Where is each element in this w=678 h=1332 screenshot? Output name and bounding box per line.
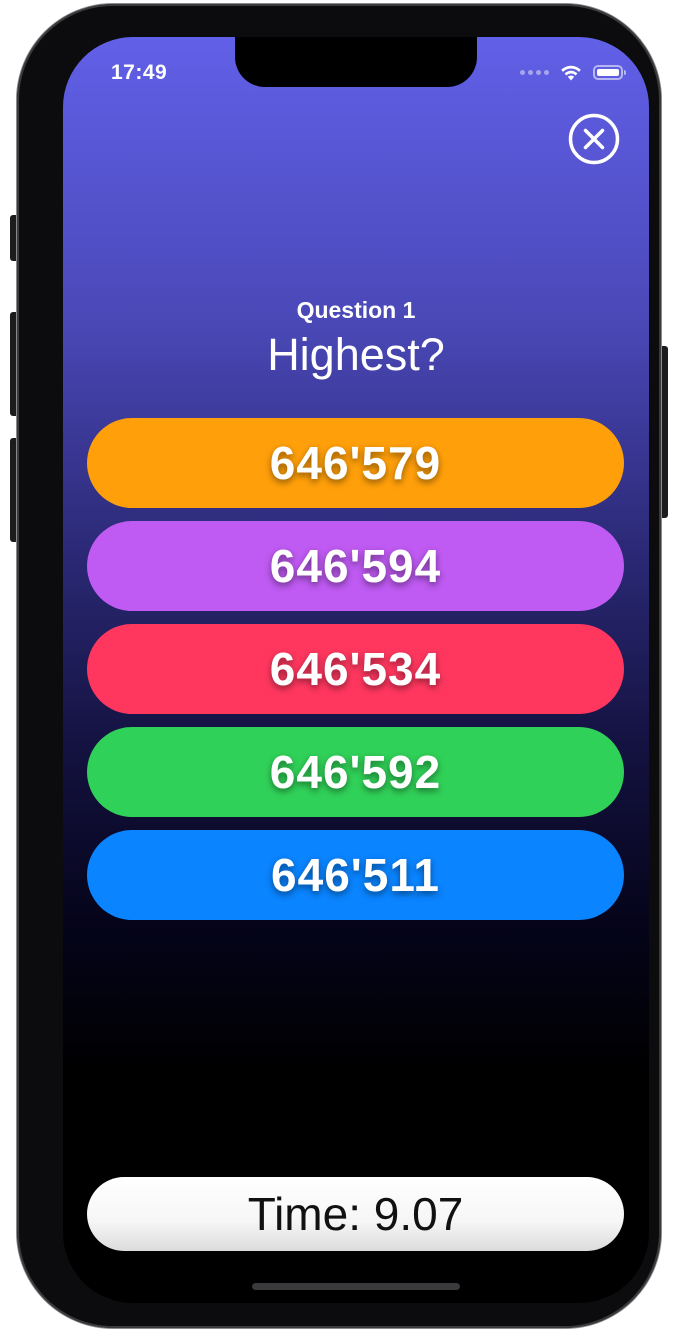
- close-button[interactable]: [568, 113, 620, 165]
- answer-button-2[interactable]: 646'594: [87, 521, 624, 611]
- battery-icon: [593, 64, 626, 80]
- device-mockup: 17:49 Question 1 Highest? 646'579 646'59…: [0, 0, 678, 1332]
- answer-button-1[interactable]: 646'579: [87, 418, 624, 508]
- answer-button-5[interactable]: 646'511: [87, 830, 624, 920]
- phone-frame: 17:49 Question 1 Highest? 646'579 646'59…: [17, 4, 661, 1328]
- question-text: Highest?: [267, 329, 445, 380]
- answer-button-3[interactable]: 646'534: [87, 624, 624, 714]
- wifi-icon: [561, 65, 581, 81]
- app-screen: 17:49 Question 1 Highest? 646'579 646'59…: [63, 37, 649, 1303]
- answer-list: 646'579 646'594 646'534 646'592 646'511: [87, 418, 624, 933]
- home-indicator[interactable]: [252, 1283, 460, 1290]
- status-icons: [520, 63, 626, 81]
- status-time: 17:49: [111, 61, 168, 84]
- notch: [235, 37, 477, 87]
- timer-display: Time: 9.07: [87, 1177, 624, 1251]
- answer-button-4[interactable]: 646'592: [87, 727, 624, 817]
- cellular-signal-icon: [520, 69, 549, 75]
- question-number: Question 1: [296, 297, 416, 323]
